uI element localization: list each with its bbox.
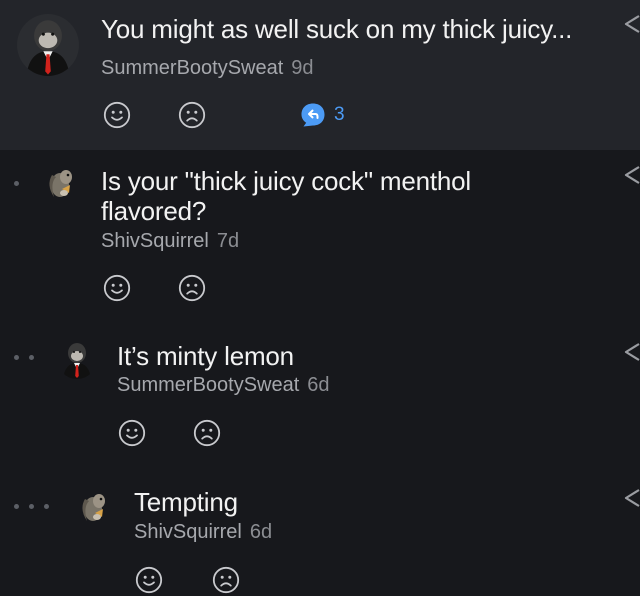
share-icon[interactable]: [620, 14, 640, 36]
chimp-avatar-icon: [17, 14, 79, 76]
comment-item[interactable]: Is your "thick juicy cock" menthol flavo…: [0, 150, 640, 325]
reply-count: 3: [334, 104, 345, 125]
depth-indicator: [14, 504, 49, 509]
depth-dot: [14, 504, 19, 509]
comment-meta: SummerBootySweat 9d: [101, 56, 314, 80]
comment-item[interactable]: You might as well suck on my thick juicy…: [0, 0, 640, 150]
comment-text: Is your "thick juicy cock" menthol flavo…: [101, 166, 472, 226]
frown-icon[interactable]: [178, 274, 206, 302]
avatar[interactable]: [42, 163, 82, 203]
smile-icon[interactable]: [118, 419, 146, 447]
comment-text: It’s minty lemon: [117, 341, 294, 371]
comment-item[interactable]: It’s minty lemon SummerBootySweat 6d: [0, 325, 640, 475]
squirrel-avatar-icon: [75, 487, 115, 527]
comment-text: Tempting: [134, 487, 238, 517]
comment-meta: ShivSquirrel 6d: [134, 520, 272, 544]
depth-dot: [29, 504, 34, 509]
smile-icon[interactable]: [135, 566, 163, 594]
share-icon[interactable]: [620, 342, 640, 364]
comment-author[interactable]: ShivSquirrel: [134, 521, 242, 543]
depth-indicator: [14, 181, 19, 186]
comment-meta: SummerBootySweat 6d: [117, 373, 330, 397]
comment-author[interactable]: SummerBootySweat: [101, 57, 283, 79]
comment-item[interactable]: Tempting ShivSquirrel 6d: [0, 475, 640, 596]
squirrel-avatar-icon: [42, 163, 82, 203]
comment-age: 6d: [307, 374, 330, 396]
depth-indicator: [14, 355, 34, 360]
avatar[interactable]: [57, 339, 97, 379]
reply-count-button[interactable]: 3: [300, 102, 345, 128]
comment-age: 9d: [291, 57, 314, 79]
depth-dot: [14, 355, 19, 360]
comment-text: You might as well suck on my thick juicy…: [101, 14, 573, 44]
comment-author[interactable]: ShivSquirrel: [101, 230, 209, 252]
frown-icon[interactable]: [193, 419, 221, 447]
comment-meta: ShivSquirrel 7d: [101, 229, 239, 253]
frown-icon[interactable]: [178, 101, 206, 129]
share-icon[interactable]: [620, 165, 640, 187]
smile-icon[interactable]: [103, 274, 131, 302]
comment-author[interactable]: SummerBootySweat: [117, 374, 299, 396]
frown-icon[interactable]: [212, 566, 240, 594]
comment-age: 7d: [216, 230, 240, 252]
depth-dot: [14, 181, 19, 186]
avatar[interactable]: [17, 14, 79, 76]
depth-dot: [29, 355, 34, 360]
avatar[interactable]: [75, 487, 115, 527]
share-icon[interactable]: [620, 488, 640, 510]
smile-icon[interactable]: [103, 101, 131, 129]
reply-bubble-icon: [301, 103, 325, 127]
depth-dot: [44, 504, 49, 509]
chimp-avatar-icon: [57, 339, 97, 379]
comment-age: 6d: [249, 521, 273, 543]
